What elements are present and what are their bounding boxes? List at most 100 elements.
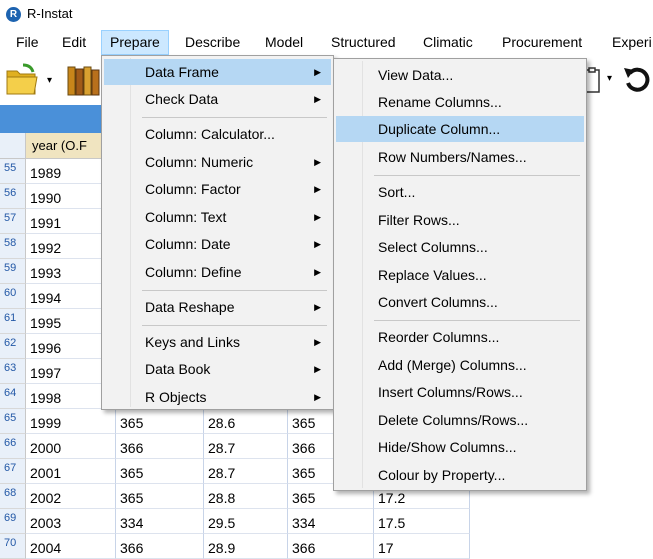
table-cell[interactable]: 334 xyxy=(288,509,374,534)
menu-item-replace-values[interactable]: Replace Values... xyxy=(336,262,584,288)
menu-item-data-book[interactable]: Data Book ▶ xyxy=(104,356,331,382)
menu-file[interactable]: File xyxy=(14,30,41,55)
table-cell[interactable]: 2003 xyxy=(26,509,116,534)
row-number[interactable]: 64 xyxy=(0,384,26,409)
row-number[interactable]: 61 xyxy=(0,309,26,334)
menu-item-data-reshape[interactable]: Data Reshape ▶ xyxy=(104,294,331,320)
menu-item-column-text[interactable]: Column: Text ▶ xyxy=(104,204,331,230)
row-number[interactable]: 56 xyxy=(0,184,26,209)
menu-item-colour-by-property[interactable]: Colour by Property... xyxy=(336,462,584,488)
table-cell[interactable]: 2004 xyxy=(26,534,116,559)
menu-climatic[interactable]: Climatic xyxy=(421,30,475,55)
row-number[interactable]: 57 xyxy=(0,209,26,234)
table-cell[interactable]: 334 xyxy=(116,509,204,534)
dropdown-arrow-icon[interactable]: ▾ xyxy=(47,75,52,86)
row-number[interactable]: 59 xyxy=(0,259,26,284)
table-cell[interactable]: 1999 xyxy=(26,409,116,434)
menu-experiments[interactable]: Experi xyxy=(610,30,653,55)
table-cell[interactable]: 2002 xyxy=(26,484,116,509)
table-cell[interactable]: 2001 xyxy=(26,459,116,484)
books-icon[interactable] xyxy=(66,63,102,97)
menu-item-select-columns[interactable]: Select Columns... xyxy=(336,234,584,260)
submenu-arrow-icon: ▶ xyxy=(314,157,321,167)
menu-item-column-calculator[interactable]: Column: Calculator... xyxy=(104,121,331,147)
menu-item-duplicate-column[interactable]: Duplicate Column... xyxy=(336,116,584,142)
menu-item-insert-columns-rows[interactable]: Insert Columns/Rows... xyxy=(336,379,584,405)
table-cell[interactable]: 366 xyxy=(116,434,204,459)
menu-item-check-data[interactable]: Check Data ▶ xyxy=(104,86,331,112)
row-number[interactable]: 65 xyxy=(0,409,26,434)
menu-item-column-define[interactable]: Column: Define ▶ xyxy=(104,259,331,285)
row-number[interactable]: 66 xyxy=(0,434,26,459)
submenu-arrow-icon: ▶ xyxy=(314,302,321,312)
table-cell[interactable]: 17 xyxy=(374,534,470,559)
menu-item-convert-columns[interactable]: Convert Columns... xyxy=(336,289,584,315)
menu-item-label: Reorder Columns... xyxy=(378,329,500,345)
menu-item-view-data[interactable]: View Data... xyxy=(336,62,584,88)
row-number[interactable]: 55 xyxy=(0,159,26,184)
table-cell[interactable]: 17.5 xyxy=(374,509,470,534)
menu-item-label: Add (Merge) Columns... xyxy=(378,357,527,373)
row-number[interactable]: 69 xyxy=(0,509,26,534)
row-number[interactable]: 58 xyxy=(0,234,26,259)
table-cell[interactable]: 366 xyxy=(288,534,374,559)
menu-item-label: Column: Date xyxy=(145,236,231,252)
menu-item-filter-rows[interactable]: Filter Rows... xyxy=(336,207,584,233)
menu-item-label: Check Data xyxy=(145,91,219,107)
row-number[interactable]: 62 xyxy=(0,334,26,359)
row-number[interactable]: 63 xyxy=(0,359,26,384)
menu-item-label: Convert Columns... xyxy=(378,294,498,310)
menu-item-keys-and-links[interactable]: Keys and Links ▶ xyxy=(104,329,331,355)
menu-item-add-merge-columns[interactable]: Add (Merge) Columns... xyxy=(336,352,584,378)
menu-item-rename-columns[interactable]: Rename Columns... xyxy=(336,89,584,115)
title-bar: R R-Instat xyxy=(0,0,653,30)
corner-cell[interactable] xyxy=(0,133,26,159)
row-number[interactable]: 67 xyxy=(0,459,26,484)
menu-item-data-frame[interactable]: Data Frame ▶ xyxy=(104,59,331,85)
table-cell[interactable]: 28.6 xyxy=(204,409,288,434)
row-number[interactable]: 68 xyxy=(0,484,26,509)
row-number[interactable]: 60 xyxy=(0,284,26,309)
menu-structured[interactable]: Structured xyxy=(329,30,398,55)
dropdown-arrow-icon[interactable]: ▾ xyxy=(607,73,612,84)
menu-item-column-numeric[interactable]: Column: Numeric ▶ xyxy=(104,149,331,175)
menu-item-label: Duplicate Column... xyxy=(378,121,501,137)
menu-item-column-factor[interactable]: Column: Factor ▶ xyxy=(104,176,331,202)
menu-item-row-numbers-names[interactable]: Row Numbers/Names... xyxy=(336,144,584,170)
menu-item-reorder-columns[interactable]: Reorder Columns... xyxy=(336,324,584,350)
menu-separator xyxy=(142,117,327,118)
menu-item-r-objects[interactable]: R Objects ▶ xyxy=(104,384,331,410)
row-number[interactable]: 70 xyxy=(0,534,26,559)
table-cell[interactable]: 28.9 xyxy=(204,534,288,559)
menu-item-delete-columns-rows[interactable]: Delete Columns/Rows... xyxy=(336,407,584,433)
menu-item-hide-show-columns[interactable]: Hide/Show Columns... xyxy=(336,434,584,460)
submenu-arrow-icon: ▶ xyxy=(314,267,321,277)
menu-item-label: Insert Columns/Rows... xyxy=(378,384,523,400)
menu-separator xyxy=(374,320,580,321)
menu-item-label: Colour by Property... xyxy=(378,467,506,483)
table-cell[interactable]: 365 xyxy=(116,484,204,509)
table-cell[interactable]: 365 xyxy=(116,459,204,484)
menu-item-label: Rename Columns... xyxy=(378,94,502,110)
menu-procurement[interactable]: Procurement xyxy=(500,30,584,55)
submenu-arrow-icon: ▶ xyxy=(314,212,321,222)
menu-item-column-date[interactable]: Column: Date ▶ xyxy=(104,231,331,257)
menu-describe[interactable]: Describe xyxy=(183,30,242,55)
menu-item-label: R Objects xyxy=(145,389,207,405)
menu-item-label: Hide/Show Columns... xyxy=(378,439,517,455)
menu-model[interactable]: Model xyxy=(263,30,305,55)
table-cell[interactable]: 28.7 xyxy=(204,459,288,484)
menu-edit[interactable]: Edit xyxy=(60,30,88,55)
table-cell[interactable]: 28.8 xyxy=(204,484,288,509)
table-cell[interactable]: 2000 xyxy=(26,434,116,459)
table-cell[interactable]: 29.5 xyxy=(204,509,288,534)
menu-item-sort[interactable]: Sort... xyxy=(336,179,584,205)
undo-icon[interactable] xyxy=(622,65,652,95)
menu-item-label: Delete Columns/Rows... xyxy=(378,412,529,428)
menu-prepare[interactable]: Prepare xyxy=(101,30,169,55)
table-row: 70 2004 366 28.9 366 17 xyxy=(0,534,470,559)
table-cell[interactable]: 28.7 xyxy=(204,434,288,459)
table-cell[interactable]: 365 xyxy=(116,409,204,434)
table-cell[interactable]: 366 xyxy=(116,534,204,559)
open-folder-icon[interactable] xyxy=(5,63,41,97)
